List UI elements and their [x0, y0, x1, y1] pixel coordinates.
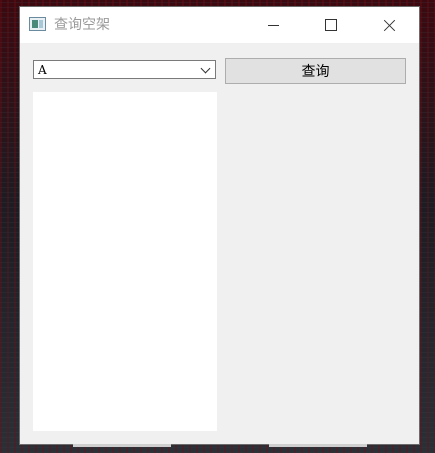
window-title: 查询空架 [54, 17, 110, 33]
combo-selected-value: A [38, 63, 47, 77]
shelf-combo-box[interactable]: A [33, 60, 216, 79]
minimize-button[interactable] [250, 7, 296, 43]
chevron-down-icon[interactable] [200, 63, 211, 74]
close-button[interactable] [366, 7, 412, 43]
app-window-icon [29, 17, 46, 31]
title-bar[interactable]: 查询空架 [20, 7, 419, 43]
window-resize-edge-right [269, 444, 367, 447]
minimize-icon [267, 24, 279, 26]
window-resize-edge-left [73, 444, 171, 447]
maximize-button[interactable] [308, 7, 354, 43]
result-list[interactable] [33, 92, 217, 431]
query-button[interactable]: 查询 [225, 58, 406, 84]
app-window: 查询空架 A 查询 [20, 7, 419, 444]
maximize-icon [325, 19, 337, 31]
close-icon [383, 19, 396, 32]
